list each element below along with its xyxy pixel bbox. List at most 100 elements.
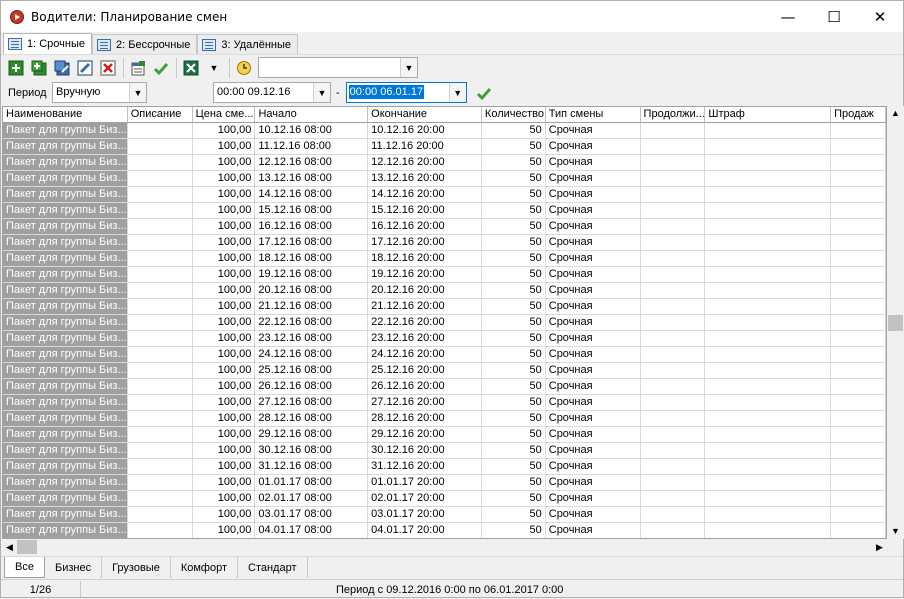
table-cell[interactable]: 02.01.17 08:00 [255,491,369,506]
table-cell[interactable] [128,187,193,202]
table-cell[interactable]: Пакет для группы Биз... [3,139,128,154]
table-cell[interactable] [705,187,832,202]
vertical-scroll-thumb[interactable] [888,315,903,331]
table-cell[interactable]: 04.01.17 08:00 [255,523,369,538]
table-cell[interactable]: Пакет для группы Биз... [3,315,128,330]
table-cell[interactable] [831,475,886,490]
table-cell[interactable] [641,427,706,442]
table-cell[interactable]: 31.12.16 20:00 [368,459,482,474]
table-cell[interactable]: Пакет для группы Биз... [3,443,128,458]
table-row[interactable]: Пакет для группы Биз... 100,00 18.12.16 08… [3,251,886,267]
table-cell[interactable]: 100,00 [193,443,256,458]
table-cell[interactable]: Пакет для группы Биз... [3,299,128,314]
table-cell[interactable] [705,443,832,458]
table-cell[interactable]: 100,00 [193,363,256,378]
table-cell[interactable] [831,283,886,298]
table-cell[interactable] [705,411,832,426]
table-cell[interactable]: 28.12.16 20:00 [368,411,482,426]
table-cell[interactable] [641,363,706,378]
table-cell[interactable] [641,219,706,234]
table-row[interactable]: Пакет для группы Биз... 100,00 30.12.16 08… [3,443,886,459]
table-row[interactable]: Пакет для группы Биз... 100,00 14.12.16 08… [3,187,886,203]
period-select[interactable]: Вручную ▼ [52,82,147,103]
table-cell[interactable]: 50 [482,347,546,362]
table-cell[interactable]: Срочная [546,219,641,234]
table-cell[interactable] [128,203,193,218]
table-cell[interactable]: Срочная [546,475,641,490]
table-cell[interactable] [705,203,832,218]
table-cell[interactable]: Пакет для группы Биз... [3,283,128,298]
table-cell[interactable] [128,379,193,394]
table-row[interactable]: Пакет для группы Биз... 100,00 15.12.16 08… [3,203,886,219]
table-cell[interactable]: 03.01.17 08:00 [255,507,369,522]
table-cell[interactable]: Срочная [546,411,641,426]
table-cell[interactable] [831,219,886,234]
table-cell[interactable]: 10.12.16 08:00 [255,123,369,138]
table-cell[interactable]: 50 [482,299,546,314]
table-cell[interactable] [641,523,706,538]
table-cell[interactable] [128,315,193,330]
shifts-grid[interactable]: Наименование Описание Цена сме... Начало Око… [2,106,887,539]
clock-button[interactable] [233,57,255,79]
excel-export-button[interactable] [180,57,202,79]
table-cell[interactable] [831,459,886,474]
table-cell[interactable]: Срочная [546,283,641,298]
tab-deleted[interactable]: 3: Удалённые [197,34,298,54]
table-cell[interactable]: 31.12.16 08:00 [255,459,369,474]
table-cell[interactable] [705,427,832,442]
accept-button[interactable] [150,57,172,79]
table-cell[interactable]: 50 [482,507,546,522]
table-cell[interactable] [705,331,832,346]
table-cell[interactable]: Пакет для группы Биз... [3,235,128,250]
table-cell[interactable]: Пакет для группы Биз... [3,187,128,202]
table-cell[interactable] [128,123,193,138]
table-cell[interactable] [831,395,886,410]
table-cell[interactable]: 11.12.16 20:00 [368,139,482,154]
column-header[interactable]: Начало [255,107,369,122]
table-cell[interactable]: 02.01.17 20:00 [368,491,482,506]
table-cell[interactable]: 100,00 [193,475,256,490]
table-cell[interactable] [128,507,193,522]
table-cell[interactable]: Срочная [546,491,641,506]
table-cell[interactable]: 100,00 [193,171,256,186]
table-cell[interactable] [705,299,832,314]
toolbar-combo[interactable]: ▼ [258,57,418,78]
table-cell[interactable]: 100,00 [193,219,256,234]
column-header[interactable]: Окончание [368,107,482,122]
table-cell[interactable] [641,139,706,154]
table-cell[interactable]: 100,00 [193,155,256,170]
table-cell[interactable]: 100,00 [193,411,256,426]
category-tab-comfort[interactable]: Комфорт [171,557,238,578]
table-cell[interactable] [705,507,832,522]
table-cell[interactable] [128,155,193,170]
table-cell[interactable] [641,475,706,490]
horizontal-scrollbar[interactable]: ◀ ▶ [2,539,887,555]
table-cell[interactable]: 22.12.16 20:00 [368,315,482,330]
table-cell[interactable]: Срочная [546,523,641,538]
table-cell[interactable]: 50 [482,475,546,490]
table-cell[interactable] [831,443,886,458]
table-cell[interactable]: 24.12.16 20:00 [368,347,482,362]
table-cell[interactable] [641,283,706,298]
horizontal-scroll-thumb[interactable] [17,540,37,554]
table-cell[interactable] [705,475,832,490]
table-cell[interactable] [705,363,832,378]
table-cell[interactable] [831,123,886,138]
table-cell[interactable] [128,395,193,410]
table-row[interactable]: Пакет для группы Биз... 100,00 22.12.16 08… [3,315,886,331]
table-cell[interactable] [831,411,886,426]
table-cell[interactable] [831,139,886,154]
table-row[interactable]: Пакет для группы Биз... 100,00 04.01.17 08… [3,523,886,538]
table-cell[interactable]: 100,00 [193,331,256,346]
table-cell[interactable]: Пакет для группы Биз... [3,411,128,426]
table-cell[interactable]: 27.12.16 08:00 [255,395,369,410]
table-cell[interactable]: Пакет для группы Биз... [3,507,128,522]
table-cell[interactable]: 15.12.16 20:00 [368,203,482,218]
table-cell[interactable]: Пакет для группы Биз... [3,491,128,506]
table-cell[interactable]: 100,00 [193,315,256,330]
table-cell[interactable]: 27.12.16 20:00 [368,395,482,410]
table-cell[interactable] [705,251,832,266]
scroll-down-icon[interactable]: ▼ [887,524,904,539]
table-cell[interactable] [641,331,706,346]
table-cell[interactable]: 50 [482,123,546,138]
